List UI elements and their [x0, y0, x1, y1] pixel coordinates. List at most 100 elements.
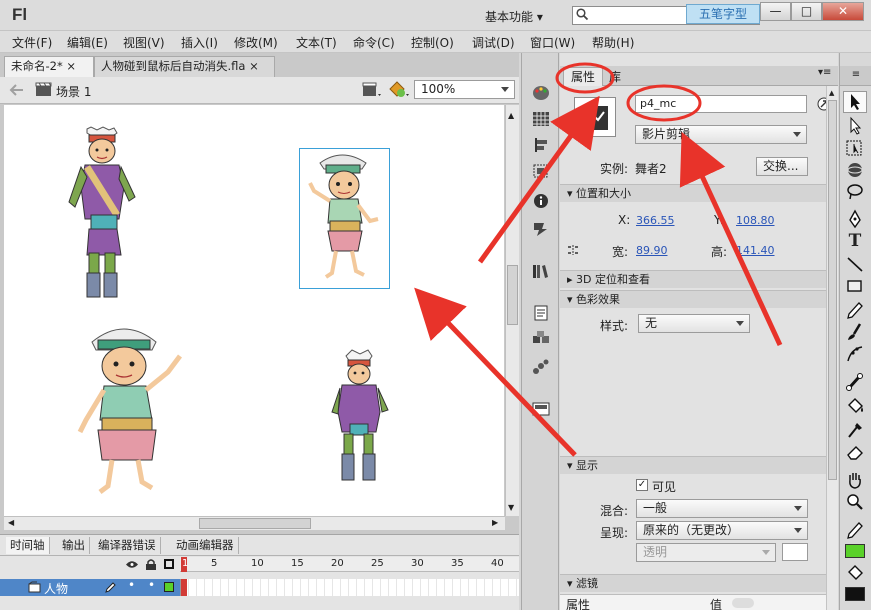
hand-tool-icon[interactable] [845, 471, 865, 489]
close-tab-icon[interactable]: × [66, 59, 76, 73]
zoom-select[interactable]: 100% [414, 80, 515, 99]
edit-scene-icon[interactable] [362, 82, 382, 99]
tab-library[interactable]: 库 [609, 68, 621, 85]
rectangle-tool-icon[interactable] [845, 277, 865, 295]
stage-vertical-scrollbar[interactable]: ▲ ▼ [505, 105, 519, 516]
menu-window[interactable]: 窗口(W) [530, 34, 575, 51]
visibility-dot[interactable]: • [128, 578, 135, 592]
blend-select[interactable]: 一般 [636, 499, 808, 518]
symbol-type-select[interactable]: 影片剪辑 [635, 125, 807, 144]
bone-tool-icon[interactable] [845, 373, 865, 391]
scroll-right-icon[interactable]: ▶ [492, 518, 498, 527]
menu-debug[interactable]: 调试(D) [472, 34, 515, 51]
line-tool-icon[interactable] [845, 255, 865, 273]
pen-tool-icon[interactable] [845, 209, 865, 229]
swatches-grid-icon[interactable] [532, 111, 550, 127]
color-style-select[interactable]: 无 [638, 314, 750, 333]
menu-control[interactable]: 控制(O) [411, 34, 454, 51]
lock-dot[interactable]: • [148, 578, 155, 592]
scroll-left-icon[interactable]: ◀ [8, 518, 14, 527]
dancer-figure-4[interactable] [326, 349, 392, 485]
properties-scrollbar[interactable]: ▲ [826, 86, 838, 610]
dancer-figure-3[interactable] [72, 320, 190, 498]
scroll-thumb[interactable] [199, 518, 311, 529]
section-filters[interactable]: ▾ 滤镜 [560, 574, 826, 592]
menu-file[interactable]: 文件(F) [12, 34, 52, 51]
tab-motion-editor[interactable]: 动画编辑器 [172, 537, 239, 554]
instance-name-input[interactable]: p4_mc [635, 95, 807, 113]
text-tool-icon[interactable]: T [845, 231, 865, 251]
edit-symbols-icon[interactable] [388, 81, 410, 99]
menu-insert[interactable]: 插入(I) [181, 34, 218, 51]
height-value[interactable]: 141.40 [736, 244, 775, 257]
fill-color-swatch[interactable] [845, 587, 865, 601]
panel-menu-icon[interactable]: ≡ [840, 66, 871, 86]
eraser-tool-icon[interactable] [845, 443, 865, 461]
scroll-up-icon[interactable]: ▲ [829, 89, 834, 97]
scroll-down-icon[interactable]: ▼ [508, 503, 514, 512]
back-arrow-icon[interactable] [9, 84, 24, 96]
close-tab-icon[interactable]: × [249, 59, 259, 73]
paint-bucket-tool-icon[interactable] [845, 397, 865, 415]
info-icon[interactable] [532, 193, 550, 209]
lock-link-icon[interactable] [566, 243, 580, 257]
stage[interactable] [4, 105, 504, 516]
free-transform-tool-icon[interactable] [845, 139, 865, 157]
tab-compiler-errors[interactable]: 编译器错误 [94, 537, 161, 554]
transform-icon[interactable] [532, 163, 550, 179]
components-icon[interactable] [532, 331, 550, 347]
dancer-figure-1[interactable] [59, 126, 149, 302]
eye-icon[interactable] [126, 560, 138, 569]
menu-edit[interactable]: 编辑(E) [67, 34, 108, 51]
swap-button[interactable]: 交换... [756, 157, 808, 176]
filter-toggle[interactable] [732, 598, 754, 608]
doc-tab-character[interactable]: 人物碰到鼠标后自动消失.fla × [94, 56, 275, 77]
scroll-thumb[interactable] [828, 100, 837, 480]
tab-timeline[interactable]: 时间轴 [6, 537, 50, 554]
align-icon[interactable] [532, 137, 550, 153]
zoom-tool-icon[interactable] [845, 493, 865, 511]
dancer-figure-2[interactable] [302, 151, 386, 287]
tab-output[interactable]: 输出 [58, 537, 90, 554]
background-color-swatch[interactable] [782, 543, 808, 561]
workspace-switcher[interactable]: 基本功能 ▾ [485, 8, 543, 25]
stroke-color-swatch[interactable] [845, 544, 865, 558]
layer-outline-color[interactable] [164, 582, 174, 592]
menu-text[interactable]: 文本(T) [296, 34, 337, 51]
outline-toggle-icon[interactable] [164, 559, 174, 569]
pencil-tool-icon[interactable] [845, 301, 865, 319]
menu-help[interactable]: 帮助(H) [592, 34, 634, 51]
scroll-up-icon[interactable]: ▲ [508, 111, 514, 120]
visible-checkbox[interactable]: ✓ [636, 479, 648, 491]
section-color-effect[interactable]: ▾ 色彩效果 [560, 290, 826, 308]
lock-icon[interactable] [146, 559, 156, 570]
lasso-tool-icon[interactable] [845, 183, 865, 201]
section-3d[interactable]: ▸ 3D 定位和查看 [560, 270, 826, 288]
selection-tool-icon[interactable] [845, 93, 865, 111]
width-value[interactable]: 89.90 [636, 244, 668, 257]
x-value[interactable]: 366.55 [636, 214, 675, 227]
scroll-thumb[interactable] [507, 265, 518, 325]
scene-panel-icon[interactable] [532, 221, 550, 237]
layer-row[interactable]: 人物 • • [0, 578, 520, 596]
y-value[interactable]: 108.80 [736, 214, 775, 227]
panel-menu-icon[interactable]: ▾≡ [818, 67, 831, 78]
frame-ruler[interactable]: 1 5 10 15 20 25 30 35 40 [180, 557, 519, 572]
stage-horizontal-scrollbar[interactable]: ◀ ▶ [4, 516, 505, 530]
render-select[interactable]: 原来的（无更改） [636, 521, 808, 540]
eyedropper-tool-icon[interactable] [845, 421, 865, 439]
motion-presets-icon[interactable] [532, 359, 550, 375]
subselection-tool-icon[interactable] [845, 116, 865, 135]
tab-properties[interactable]: 属性 [563, 67, 603, 86]
close-button[interactable]: ✕ [822, 2, 864, 21]
menu-commands[interactable]: 命令(C) [353, 34, 395, 51]
library-icon[interactable] [532, 263, 550, 279]
maximize-button[interactable]: □ [791, 2, 822, 21]
color-palette-icon[interactable] [532, 85, 550, 101]
code-snippets-icon[interactable] [532, 305, 550, 321]
deco-tool-icon[interactable] [845, 345, 865, 363]
doc-tab-untitled[interactable]: 未命名-2* × [4, 56, 94, 77]
menu-modify[interactable]: 修改(M) [234, 34, 278, 51]
menu-view[interactable]: 视图(V) [123, 34, 165, 51]
brush-tool-icon[interactable] [845, 323, 865, 341]
